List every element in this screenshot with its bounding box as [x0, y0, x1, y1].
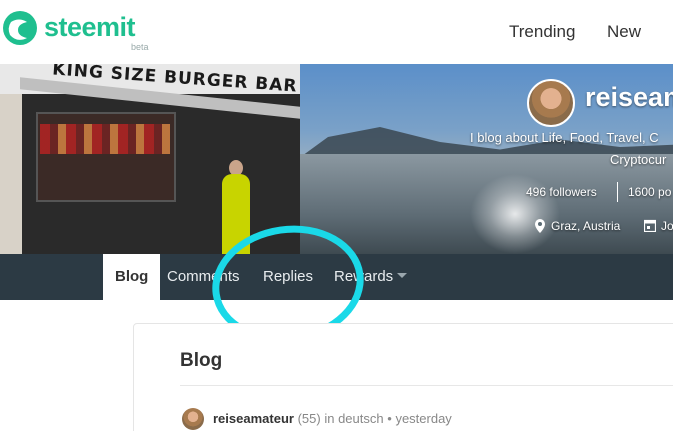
tab-comments[interactable]: Comments: [167, 254, 240, 300]
stats-divider: [617, 182, 618, 202]
profile-about-line2: Cryptocur: [610, 152, 667, 167]
posts-count: 1600 po: [628, 185, 672, 199]
location-pin-icon: [535, 219, 545, 233]
cover-person: [222, 174, 250, 254]
tab-rewards-label: Rewards: [334, 268, 394, 285]
post-category-link[interactable]: deutsch: [338, 411, 384, 426]
post-author-reputation: (55): [297, 411, 321, 426]
profile-avatar[interactable]: [527, 79, 575, 127]
profile-cover: KING SIZE BURGER BAR reiseam I blog abou…: [0, 64, 673, 254]
calendar-icon: [644, 219, 656, 232]
nav-trending-link[interactable]: Trending: [509, 22, 575, 42]
tab-replies[interactable]: Replies: [263, 254, 313, 300]
post-author-link[interactable]: reiseamateur: [213, 411, 294, 426]
followers-count[interactable]: 496 followers: [526, 185, 597, 199]
cover-burger-truck: KING SIZE BURGER BAR: [0, 64, 300, 254]
nav-new-link[interactable]: New: [607, 22, 641, 42]
page-title: Blog: [180, 350, 223, 371]
steemit-logo-icon[interactable]: [2, 10, 38, 46]
profile-username: reiseam: [585, 82, 673, 112]
profile-tabbar: Blog Comments Replies Rewards: [0, 254, 673, 300]
tab-blog[interactable]: Blog: [103, 254, 161, 300]
profile-joined: Jo: [661, 219, 673, 233]
profile-about-line1: I blog about Life, Food, Travel, C: [470, 130, 659, 145]
cover-lake: [250, 154, 673, 254]
post-meta: reiseamateur (55) in deutsch • yesterday: [213, 411, 452, 426]
post-separator: •: [387, 411, 392, 426]
brand-name[interactable]: steemit: [44, 12, 136, 43]
card-divider: [180, 385, 673, 386]
profile-location: Graz, Austria: [551, 219, 621, 233]
post-author-avatar[interactable]: [182, 408, 204, 430]
chevron-down-icon: [397, 273, 408, 278]
tab-rewards[interactable]: Rewards: [334, 254, 408, 300]
beta-label: beta: [131, 42, 149, 52]
top-header: steemit beta Trending New: [0, 0, 673, 64]
post-time: yesterday: [395, 411, 452, 426]
post-in-label: in: [324, 411, 335, 426]
